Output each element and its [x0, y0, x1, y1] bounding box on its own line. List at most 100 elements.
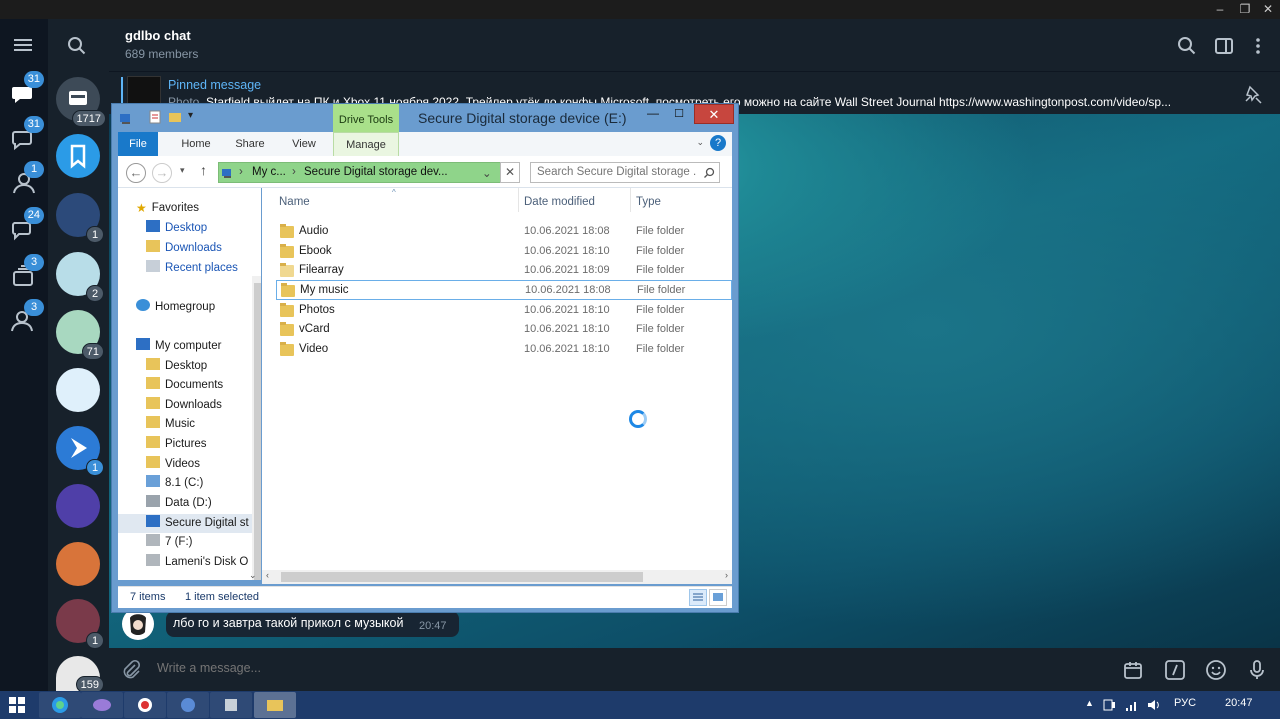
- unpin-icon[interactable]: [1243, 84, 1263, 104]
- breadcrumb-drive[interactable]: Secure Digital storage dev...: [304, 166, 448, 178]
- chat-title[interactable]: gdlbo chat: [125, 28, 191, 43]
- nav-lameni-disk[interactable]: Lameni's Disk O: [146, 553, 248, 572]
- up-button[interactable]: ↑: [200, 162, 207, 178]
- customize-toolbar-icon[interactable]: ▾: [188, 110, 193, 121]
- chat-avatar[interactable]: 159: [56, 656, 104, 693]
- close-button[interactable]: ✕: [1257, 0, 1279, 19]
- search-input[interactable]: [537, 166, 697, 178]
- nav-drive-d[interactable]: Data (D:): [146, 494, 212, 513]
- more-options-icon[interactable]: [1248, 36, 1268, 56]
- minimize-button[interactable]: –: [1209, 0, 1231, 19]
- nav-downloads[interactable]: Downloads: [146, 239, 222, 258]
- nav-scrollbar[interactable]: [252, 276, 261, 580]
- properties-icon[interactable]: [148, 110, 162, 124]
- nav-my-computer[interactable]: My computer: [136, 337, 221, 356]
- breadcrumb-computer[interactable]: My c...: [252, 166, 286, 178]
- nav-drive-e[interactable]: Secure Digital st: [118, 514, 261, 533]
- commands-icon[interactable]: [1164, 659, 1186, 681]
- restore-button[interactable]: ❐: [1234, 0, 1256, 19]
- large-icons-view-button[interactable]: [709, 589, 727, 606]
- chat-avatar-saved[interactable]: [56, 134, 100, 178]
- nav-videos[interactable]: Videos: [146, 455, 200, 474]
- search-icon[interactable]: [703, 167, 715, 179]
- details-view-button[interactable]: [689, 589, 707, 606]
- search-icon[interactable]: [66, 35, 88, 57]
- column-date-modified[interactable]: Date modified: [524, 196, 595, 208]
- horizontal-scrollbar[interactable]: ‹ ›: [262, 570, 732, 584]
- new-folder-icon[interactable]: [168, 110, 182, 124]
- folder-unread[interactable]: 31: [10, 116, 44, 152]
- file-row-vcard[interactable]: vCard 10.06.2021 18:10 File folder: [276, 320, 732, 340]
- taskbar-app[interactable]: [210, 692, 252, 718]
- language-indicator[interactable]: РУС: [1174, 697, 1196, 709]
- column-name[interactable]: Name: [279, 196, 310, 208]
- search-icon[interactable]: [1177, 36, 1197, 56]
- chat-avatar[interactable]: 1: [56, 193, 104, 243]
- sidebar-toggle-icon[interactable]: [1214, 36, 1234, 56]
- scroll-left-icon[interactable]: ‹: [266, 570, 269, 580]
- folder-personal[interactable]: 1: [10, 161, 44, 197]
- taskbar-app[interactable]: [81, 692, 123, 718]
- file-row-photos[interactable]: Photos 10.06.2021 18:10 File folder: [276, 301, 732, 321]
- nav-recent-places[interactable]: Recent places: [146, 259, 238, 278]
- tab-home[interactable]: Home: [174, 132, 218, 156]
- chat-avatar[interactable]: 2: [56, 252, 104, 302]
- start-button[interactable]: [8, 696, 26, 714]
- tab-view[interactable]: View: [284, 132, 324, 156]
- folder-all-chats[interactable]: 31: [10, 71, 44, 107]
- horizontal-scrollbar-thumb[interactable]: [281, 572, 643, 582]
- explorer-titlebar[interactable]: ▾ Drive Tools Secure Digital storage dev…: [112, 104, 738, 132]
- address-path[interactable]: › My c... › Secure Digital storage dev..…: [218, 162, 520, 183]
- message-input[interactable]: [157, 661, 657, 675]
- nav-homegroup[interactable]: Homegroup: [136, 298, 215, 317]
- explorer-minimize-button[interactable]: —: [640, 104, 666, 124]
- nav-music[interactable]: Music: [146, 415, 195, 434]
- folder-contacts[interactable]: 3: [10, 299, 44, 335]
- folder-groups[interactable]: 24: [10, 207, 44, 243]
- nav-documents[interactable]: Documents: [146, 376, 223, 395]
- address-clear-button[interactable]: ✕: [500, 162, 520, 183]
- explorer-close-button[interactable]: ✕: [694, 104, 734, 124]
- taskbar-edge[interactable]: [39, 692, 81, 718]
- chat-avatar[interactable]: 71: [56, 310, 104, 360]
- microphone-icon[interactable]: [1246, 659, 1268, 681]
- forward-button[interactable]: →: [152, 163, 172, 183]
- taskbar-app[interactable]: [167, 692, 209, 718]
- file-row-ebook[interactable]: Ebook 10.06.2021 18:10 File folder: [276, 242, 732, 262]
- file-row-audio[interactable]: Audio 10.06.2021 18:08 File folder: [276, 222, 732, 242]
- help-icon[interactable]: ?: [710, 135, 726, 151]
- nav-drive-c[interactable]: 8.1 (C:): [146, 474, 203, 493]
- file-row-video[interactable]: Video 10.06.2021 18:10 File folder: [276, 340, 732, 360]
- nav-computer-desktop[interactable]: Desktop: [146, 357, 207, 376]
- menu-icon[interactable]: [12, 35, 34, 55]
- column-type[interactable]: Type: [636, 196, 661, 208]
- file-row-my-music[interactable]: My music 10.06.2021 18:08 File folder: [276, 280, 732, 300]
- chat-avatar[interactable]: [56, 368, 100, 412]
- nav-computer-downloads[interactable]: Downloads: [146, 396, 222, 415]
- expand-ribbon-icon[interactable]: ⌄: [696, 137, 704, 148]
- network-icon[interactable]: [1124, 697, 1140, 713]
- back-button[interactable]: ←: [126, 163, 146, 183]
- tab-file[interactable]: File: [118, 132, 158, 156]
- chat-avatar[interactable]: [56, 542, 100, 586]
- address-dropdown-icon[interactable]: ⌄: [482, 166, 492, 180]
- message-bubble[interactable]: лбо го и завтра такой прикол с музыкой 2…: [166, 611, 459, 637]
- scroll-down-icon[interactable]: ⌄: [249, 570, 257, 581]
- search-box[interactable]: [530, 162, 720, 183]
- chat-avatar[interactable]: 1717: [56, 77, 106, 127]
- recent-locations-icon[interactable]: ▾: [180, 165, 185, 176]
- taskbar-file-explorer[interactable]: [254, 692, 296, 718]
- nav-favorites[interactable]: ★ Favorites: [136, 199, 199, 218]
- column-separator[interactable]: [518, 188, 519, 212]
- chat-avatar[interactable]: 1: [56, 426, 104, 476]
- taskbar-recorder[interactable]: [124, 692, 166, 718]
- attach-icon[interactable]: [120, 659, 142, 681]
- file-row-filearray[interactable]: Filearray 10.06.2021 18:09 File folder: [276, 261, 732, 281]
- device-tray-icon[interactable]: [1101, 697, 1117, 713]
- chat-avatar[interactable]: 1: [56, 599, 104, 649]
- scroll-right-icon[interactable]: ›: [725, 570, 728, 580]
- clock[interactable]: 20:47: [1225, 697, 1253, 709]
- nav-desktop[interactable]: Desktop: [146, 219, 207, 238]
- chat-avatar[interactable]: [56, 484, 100, 528]
- column-separator[interactable]: [630, 188, 631, 212]
